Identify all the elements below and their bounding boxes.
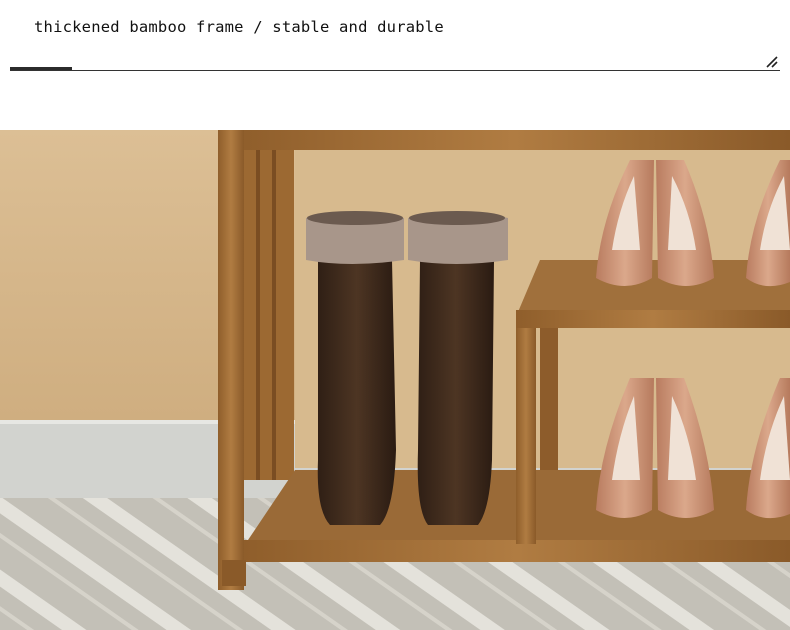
shoe-rack — [218, 130, 790, 590]
divider-line — [10, 70, 780, 71]
resize-handle-icon[interactable] — [765, 55, 779, 69]
caption-text: thickened bamboo frame / stable and dura… — [34, 18, 444, 36]
header-panel: thickened bamboo frame / stable and dura… — [0, 0, 790, 130]
product-photo — [0, 130, 790, 630]
